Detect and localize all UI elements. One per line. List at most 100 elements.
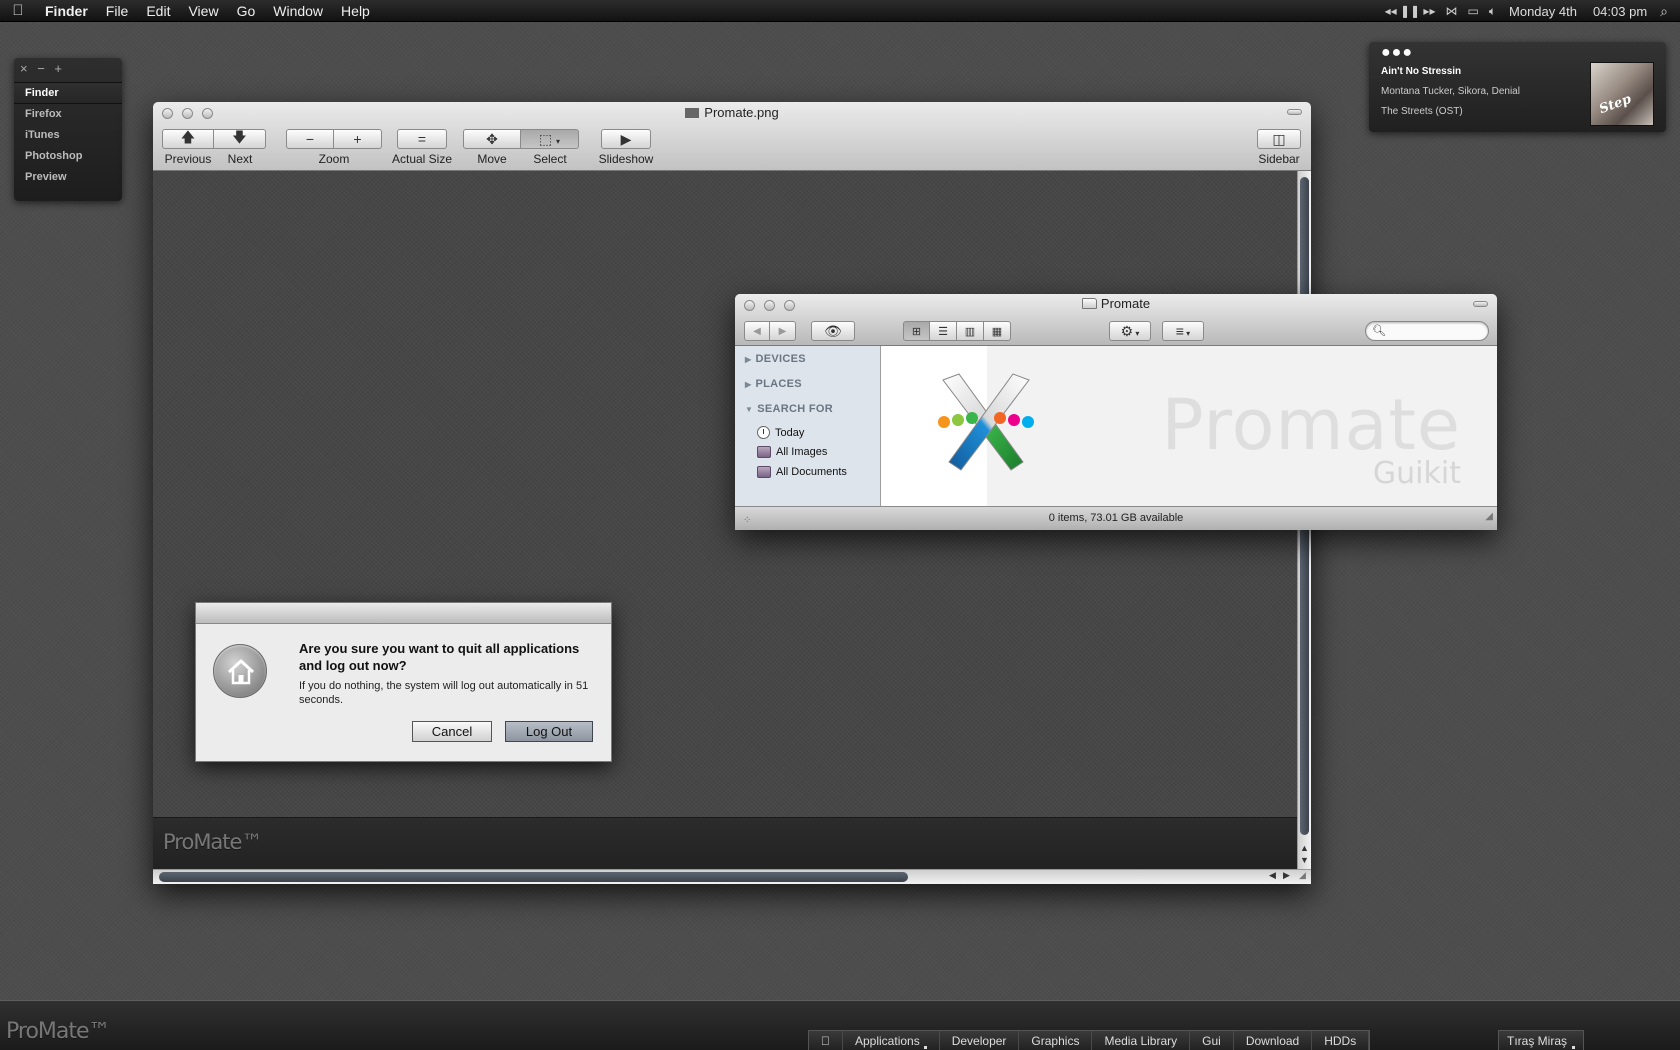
menubar-time[interactable]: 04:03 pm <box>1585 4 1655 19</box>
window-title-text: Promate.png <box>704 105 779 120</box>
dock-user-tab[interactable]: Tıraş Miraş <box>1498 1030 1584 1050</box>
horizontal-scrollbar[interactable]: ◀ ▶ ◢ <box>153 869 1311 884</box>
dock-item-developer[interactable]: Developer <box>940 1031 1020 1050</box>
menu-file[interactable]: File <box>97 0 138 22</box>
bowtie-icon[interactable]: ⋈ <box>1440 4 1462 18</box>
actual-size-button[interactable]: = <box>397 129 447 149</box>
horizontal-scroll-thumb[interactable] <box>159 872 908 882</box>
dock-apple-icon[interactable]:  <box>809 1031 843 1050</box>
toolbar-toggle-button[interactable] <box>1287 109 1302 115</box>
widget-menu-icon[interactable]: ●●● <box>1381 44 1413 62</box>
menu-help[interactable]: Help <box>332 0 379 22</box>
dialog-title-bar <box>196 603 611 624</box>
coverflow-icon: ▦ <box>991 325 1003 338</box>
action-menu-button[interactable]: ⚙ ▾ <box>1109 321 1151 341</box>
forward-button[interactable]: ▶ <box>770 321 796 341</box>
zoom-out-button[interactable]: − <box>286 129 334 149</box>
next-button[interactable]: 🡇 <box>214 129 266 149</box>
logout-dialog: Are you sure you want to quit all applic… <box>195 602 612 762</box>
resize-grip-icon[interactable]: ◢ <box>1485 505 1493 528</box>
finder-sidebar: ▶ DEVICES ▶ PLACES ▼ SEARCH FOR Today All I… <box>735 346 881 506</box>
log-out-button[interactable]: Log Out <box>505 721 593 742</box>
minus-icon: − <box>305 131 315 147</box>
scroll-down-arrow-icon[interactable]: ▼ <box>1300 855 1309 865</box>
select-tool-button[interactable]: ⬚ ▾ <box>521 129 579 149</box>
menu-go[interactable]: Go <box>228 0 265 22</box>
display-icon[interactable]: ▭ <box>1462 4 1483 18</box>
dock-item-download[interactable]: Download <box>1234 1031 1313 1050</box>
sidebar-section-devices[interactable]: ▶ DEVICES <box>745 353 806 365</box>
apple-menu-icon[interactable]:  <box>0 2 36 19</box>
dock-item-applications[interactable]: Applications <box>843 1031 940 1050</box>
finder-toolbar: Promate ◀ ▶ 👁︎ ⊞ ☰ ▥ ▦ ⚙ ▾ ≡ ▾ 🔍︎ <box>735 294 1497 346</box>
back-button[interactable]: ◀ <box>744 321 770 341</box>
launcher-item-photoshop[interactable]: Photoshop <box>14 146 122 167</box>
forward-arrow-icon: ▶ <box>778 325 787 337</box>
sidebar-item-today[interactable]: Today <box>757 426 804 439</box>
scroll-left-arrow-icon[interactable]: ◀ <box>1269 870 1276 881</box>
scroll-right-arrow-icon[interactable]: ▶ <box>1283 870 1290 881</box>
menu-window[interactable]: Window <box>264 0 332 22</box>
slideshow-button[interactable]: ▶ <box>601 129 651 149</box>
sidebar-toggle-button[interactable]: ◫ <box>1257 129 1301 149</box>
disclosure-triangle-open-icon[interactable]: ▼ <box>745 405 753 414</box>
search-input[interactable] <box>1386 324 1482 338</box>
cancel-button[interactable]: Cancel <box>412 721 492 742</box>
window-title-text: Promate <box>1100 296 1151 311</box>
arrow-up-icon: 🡅 <box>180 129 196 145</box>
launcher-item-firefox[interactable]: Firefox <box>14 104 122 125</box>
volume-icon[interactable]: 🔈︎ <box>1484 4 1501 19</box>
disclosure-triangle-icon[interactable]: ▶ <box>745 380 751 389</box>
toolbar-toggle-button[interactable] <box>1473 301 1488 307</box>
zoom-group: − + <box>286 129 382 149</box>
scroll-up-arrow-icon[interactable]: ▲ <box>1300 843 1309 853</box>
launcher-item-itunes[interactable]: iTunes <box>14 125 122 146</box>
column-view-button[interactable]: ▥ <box>957 321 984 341</box>
dialog-detail: If you do nothing, the system will log o… <box>299 680 589 706</box>
sidebar-label: Sidebar <box>1258 152 1300 166</box>
menu-edit[interactable]: Edit <box>137 0 179 22</box>
sidebar-icon: ◫ <box>1272 130 1286 147</box>
prev-next-group: 🡅 🡇 <box>162 129 266 149</box>
previous-button[interactable]: 🡅 <box>162 129 214 149</box>
finder-content-area[interactable]: Promate Guikit <box>881 346 1497 506</box>
menu-app-finder[interactable]: Finder <box>36 0 97 22</box>
dock-item-graphics[interactable]: Graphics <box>1019 1031 1093 1050</box>
icon-view-button[interactable]: ⊞ <box>903 321 930 341</box>
play-icon: ▶ <box>620 130 632 147</box>
promate-brand-text: ProMate™ <box>6 1019 111 1044</box>
launcher-item-preview[interactable]: Preview <box>14 167 122 188</box>
coverflow-view-button[interactable]: ▦ <box>984 321 1011 341</box>
drag-grip-icon[interactable]: ⁘ <box>743 509 751 530</box>
move-tool-button[interactable]: ✥ <box>463 129 521 149</box>
launcher-item-finder[interactable]: Finder <box>14 83 122 104</box>
dock-item-media-library[interactable]: Media Library <box>1092 1031 1191 1050</box>
image-document-icon <box>685 108 700 118</box>
finder-window: Promate ◀ ▶ 👁︎ ⊞ ☰ ▥ ▦ ⚙ ▾ ≡ ▾ 🔍︎ ▶ DEVIC… <box>735 294 1497 530</box>
arrange-group: ≡ ▾ <box>1162 321 1204 341</box>
search-field[interactable]: 🔍︎ <box>1365 321 1489 341</box>
zoom-in-button[interactable]: + <box>334 129 382 149</box>
home-icon <box>213 644 267 698</box>
menubar-date[interactable]: Monday 4th <box>1501 4 1585 19</box>
dock-item-hdds[interactable]: HDDs <box>1312 1031 1370 1050</box>
dock-item-gui[interactable]: Gui <box>1190 1031 1234 1050</box>
quick-look-button[interactable]: 👁︎ <box>811 321 855 341</box>
menu-view[interactable]: View <box>179 0 227 22</box>
launcher-controls[interactable]: × − + <box>14 58 122 83</box>
arrange-menu-button[interactable]: ≡ ▾ <box>1162 321 1204 341</box>
sidebar-item-all-images[interactable]: All Images <box>757 446 827 458</box>
sidebar-section-places[interactable]: ▶ PLACES <box>745 378 802 390</box>
back-arrow-icon: ◀ <box>753 325 761 337</box>
sidebar-section-search-for[interactable]: ▼ SEARCH FOR <box>745 403 833 415</box>
launcher-widget: × − + Finder Firefox iTunes Photoshop Pr… <box>14 58 122 201</box>
menu-bar:  Finder File Edit View Go Window Help ◂… <box>0 0 1680 22</box>
resize-grip-icon[interactable]: ◢ <box>1299 870 1306 881</box>
disclosure-triangle-icon[interactable]: ▶ <box>745 355 751 364</box>
spotlight-search-icon[interactable]: ⌕ <box>1655 3 1680 20</box>
sidebar-item-all-documents[interactable]: All Documents <box>757 466 847 478</box>
track-artist: Montana Tucker, Sikora, Denial <box>1381 86 1520 97</box>
list-view-button[interactable]: ☰ <box>930 321 957 341</box>
sidebar-group: ◫ <box>1257 129 1301 149</box>
media-controls-icon[interactable]: ◂◂ ❚❚ ▸▸ <box>1380 4 1441 18</box>
